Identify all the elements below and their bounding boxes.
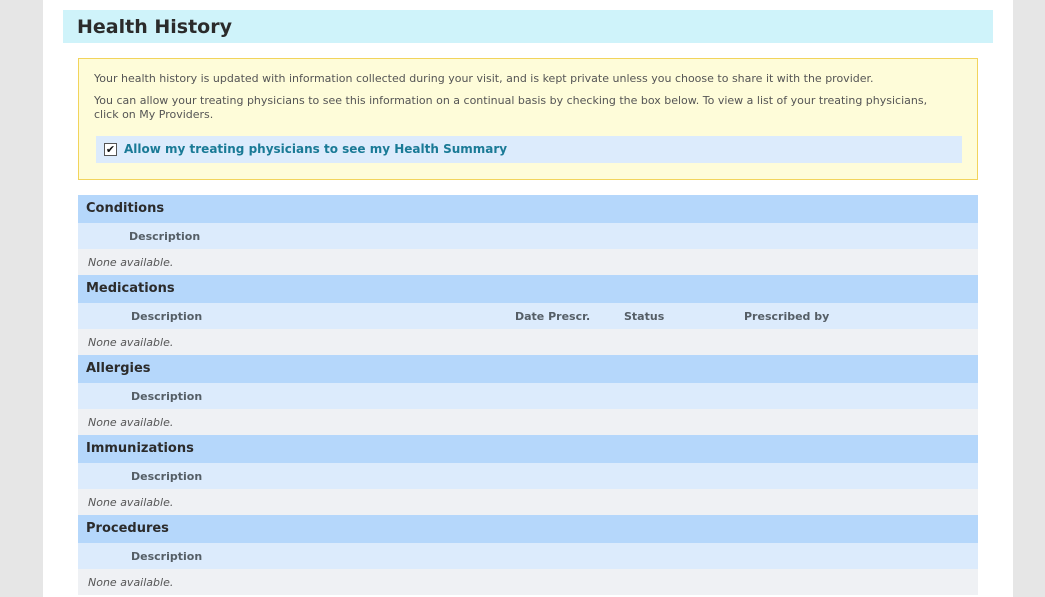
empty-text: None available.	[88, 416, 174, 429]
column-header-description: Description	[129, 230, 201, 243]
empty-row: None available.	[78, 569, 978, 595]
section-header-medications: Medications	[78, 275, 978, 303]
empty-text: None available.	[88, 256, 174, 269]
section-header-immunizations: Immunizations	[78, 435, 978, 463]
column-header-row: Description Date Prescr. Status Prescrib…	[78, 303, 978, 329]
empty-row: None available.	[78, 409, 978, 435]
section-title: Allergies	[86, 361, 151, 376]
empty-text: None available.	[88, 496, 174, 509]
share-consent-label[interactable]: Allow my treating physicians to see my H…	[124, 142, 507, 156]
section-header-allergies: Allergies	[78, 355, 978, 383]
page-container: Health History Your health history is up…	[43, 0, 1013, 597]
notice-text-sharing: You can allow your treating physicians t…	[94, 94, 928, 121]
section-title: Medications	[86, 281, 175, 296]
column-header-description: Description	[131, 550, 203, 563]
section-title: Immunizations	[86, 441, 194, 456]
section-header-conditions: Conditions	[78, 195, 978, 223]
column-header-description: Description	[131, 470, 203, 483]
section-title: Procedures	[86, 521, 169, 536]
share-consent-checkbox[interactable]: ✔	[104, 143, 117, 156]
notice-text-privacy: Your health history is updated with info…	[94, 72, 874, 85]
column-header-prescribed-by: Prescribed by	[744, 310, 830, 323]
section-header-procedures: Procedures	[78, 515, 978, 543]
section-title: Conditions	[86, 201, 165, 216]
column-header-description: Description	[131, 390, 203, 403]
share-consent-row[interactable]: ✔ Allow my treating physicians to see my…	[96, 136, 962, 163]
column-header-row: Description	[78, 463, 978, 489]
page-title: Health History	[77, 16, 232, 38]
column-header-date-prescribed: Date Prescr.	[515, 310, 591, 323]
column-header-status: Status	[624, 310, 665, 323]
privacy-notice: Your health history is updated with info…	[78, 58, 978, 180]
empty-text: None available.	[88, 336, 174, 349]
health-sections: Conditions Description None available. M…	[78, 195, 978, 595]
column-header-row: Description	[78, 223, 978, 249]
column-header-row: Description	[78, 383, 978, 409]
empty-text: None available.	[88, 576, 174, 589]
empty-row: None available.	[78, 249, 978, 275]
empty-row: None available.	[78, 329, 978, 355]
column-header-description: Description	[131, 310, 203, 323]
page-title-bar: Health History	[63, 10, 993, 43]
empty-row: None available.	[78, 489, 978, 515]
column-header-row: Description	[78, 543, 978, 569]
